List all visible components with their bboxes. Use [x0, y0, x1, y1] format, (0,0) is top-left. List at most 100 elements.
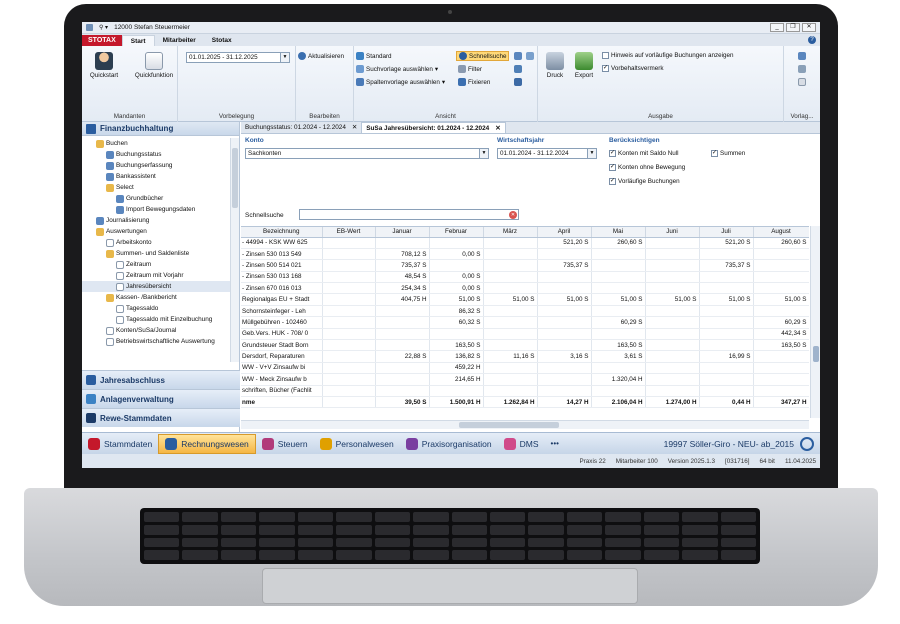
option-summen[interactable]: ✓ Summen — [711, 150, 745, 157]
column-header[interactable]: April — [537, 227, 592, 238]
close-icon[interactable]: ✕ — [495, 124, 500, 132]
tree-item[interactable]: Kassen- /Bankbericht — [82, 292, 230, 303]
tree-item[interactable]: Select — [82, 182, 230, 193]
tab-stotax[interactable]: Stotax — [204, 35, 240, 46]
spaltenvorlage-button[interactable]: Spaltenvorlage auswählen ▾ — [356, 78, 445, 86]
tab-mitarbeiter[interactable]: Mitarbeiter — [155, 35, 204, 46]
quickstart-button[interactable]: Quickstart — [86, 52, 122, 79]
tree-item[interactable]: Zeitraum mit Vorjahr — [82, 270, 230, 281]
schnellsuche-input[interactable]: ✕ — [299, 209, 519, 220]
column-header[interactable]: Januar — [375, 227, 430, 238]
nav-jahresabschluss[interactable]: Jahresabschluss — [82, 370, 240, 389]
grid-settings-icon[interactable] — [514, 65, 522, 73]
close-icon[interactable]: ✕ — [352, 123, 357, 132]
tree-item[interactable]: Tagessaldo — [82, 303, 230, 314]
aktualisieren-button[interactable]: Aktualisieren — [298, 52, 344, 60]
druck-button[interactable]: Druck — [542, 52, 568, 79]
column-header[interactable]: Juli — [699, 227, 754, 238]
tab-buchungsstatus[interactable]: Buchungsstatus: 01.2024 - 12.2024 ✕ — [241, 122, 361, 133]
module-rechnungswesen[interactable]: Rechnungswesen — [158, 433, 256, 454]
column-chooser-icon[interactable] — [526, 52, 534, 60]
quickfunktion-button[interactable]: Quickfunktion — [132, 52, 176, 79]
filter-button[interactable]: Filter — [458, 65, 482, 73]
table-row[interactable]: - Zinsen 530 013 168 48,54 S 0,00 S — [241, 271, 809, 284]
template-grid-icon[interactable] — [798, 52, 806, 60]
maximize-button[interactable]: ❐ — [786, 23, 800, 32]
option-ohne-bewegung[interactable]: ✓ Konten ohne Bewegung — [609, 164, 685, 171]
tree-item[interactable]: Grundbücher — [82, 193, 230, 204]
table-row[interactable]: Schornsteinfeger - Leh 86,32 S — [241, 305, 809, 318]
stotax-logo[interactable]: STOTAX — [82, 35, 122, 46]
table-row[interactable]: Dersdorf, Reparaturen 22,88 S 136,82 S 11,1… — [241, 350, 809, 363]
refresh-client-icon[interactable] — [800, 436, 814, 451]
nav-rewe-stammdaten[interactable]: Rewe-Stammdaten — [82, 408, 240, 427]
table-row[interactable]: Geb.Vers. HUK - 708/ 0 442,34 S — [241, 328, 809, 341]
table-row[interactable]: - 44994 - KSK WW 625 521,20 S 260,60 S 521,… — [241, 237, 809, 249]
template-doc-icon[interactable] — [798, 78, 806, 86]
table-row[interactable]: - Zinsen 670 016 013 254,34 S 0,00 S — [241, 282, 809, 295]
scrollbar-thumb[interactable] — [459, 422, 559, 428]
tab-start[interactable]: Start — [121, 35, 155, 46]
module-stammdaten[interactable]: Stammdaten — [82, 434, 158, 454]
grid-view-icon[interactable] — [514, 52, 522, 60]
tree-item[interactable]: Zeitraum — [82, 259, 230, 270]
grid-horizontal-scrollbar[interactable] — [241, 420, 809, 429]
table-row[interactable]: Grundsteuer Stadt Born 163,50 S 163,50 S 16… — [241, 339, 809, 352]
tree-item[interactable]: Arbeitskonto — [82, 237, 230, 248]
column-header[interactable]: August — [753, 227, 809, 238]
table-row[interactable]: schriften, Bücher (Fachlit — [241, 385, 809, 397]
sidebar-scrollbar[interactable] — [230, 138, 239, 362]
module-steuern[interactable]: Steuern — [256, 434, 314, 454]
standard-button[interactable]: Standard — [356, 52, 392, 60]
tree-item[interactable]: Summen- und Saldenliste — [82, 248, 230, 259]
tree-item[interactable]: Tagessaldo mit Einzelbuchung — [82, 314, 230, 325]
quick-access-pin-icon[interactable]: ⚲ ▾ — [99, 24, 108, 31]
tree-item[interactable]: Konten/SuSa/Journal — [82, 325, 230, 336]
tree-item[interactable]: Buchungserfassung — [82, 160, 230, 171]
vorbehalt-checkbox[interactable]: ✓ Vorbehaltsvermerk — [602, 65, 664, 72]
option-saldo-null[interactable]: ✓ Konten mit Saldo Null — [609, 150, 679, 157]
hinweis-checkbox[interactable]: Hinweis auf vorläufige Buchungen anzeige… — [602, 52, 734, 59]
tree-item[interactable]: Betriebswirtschaftliche Auswertung — [82, 336, 230, 347]
table-row[interactable]: Regionalgas EU + Stadt 404,75 H 51,00 S 51,… — [241, 293, 809, 306]
tab-susa-jahresuebersicht[interactable]: SuSa Jahresübersicht: 01.2024 - 12.2024 … — [361, 122, 506, 133]
export-button[interactable]: Export — [570, 52, 598, 79]
table-row[interactable]: - Zinsen 500 514 021 735,37 S 735,37 S 735,… — [241, 259, 809, 272]
more-modules-button[interactable]: ••• — [545, 439, 565, 448]
tree-item[interactable]: Buchungsstatus — [82, 149, 230, 160]
tree-item[interactable]: Import Bewegungsdaten — [82, 204, 230, 215]
tree-item[interactable]: Auswertungen — [82, 226, 230, 237]
wirtschaftsjahr-select[interactable]: 01.01.2024 - 31.12.2024 ▼ — [497, 148, 597, 159]
nav-anlagenverwaltung[interactable]: Anlagenverwaltung — [82, 389, 240, 408]
table-icon[interactable] — [514, 78, 522, 86]
table-row[interactable]: - Zinsen 530 013 549 708,12 S 0,00 S — [241, 248, 809, 261]
tree-item[interactable]: Buchen — [82, 138, 230, 149]
suchvorlage-button[interactable]: Suchvorlage auswählen ▾ — [356, 65, 438, 73]
help-icon[interactable]: ? — [808, 36, 816, 44]
konto-select[interactable]: Sachkonten ▼ — [245, 148, 489, 159]
period-select[interactable]: 01.01.2025 - 31.12.2025 ▼ — [186, 52, 290, 63]
tree-item[interactable]: Journalisierung — [82, 215, 230, 226]
module-praxisorganisation[interactable]: Praxisorganisation — [400, 434, 498, 454]
close-button[interactable]: ✕ — [802, 23, 816, 32]
clear-search-icon[interactable]: ✕ — [509, 211, 517, 219]
module-dms[interactable]: DMS — [498, 434, 545, 454]
table-row[interactable]: WW - V+V Zinsaufw bi 459,22 H — [241, 362, 809, 375]
sidebar-header[interactable]: Finanzbuchhaltung — [82, 122, 239, 136]
tree-item[interactable]: Bankassistent — [82, 171, 230, 182]
column-header[interactable]: EB-Wert — [322, 227, 376, 238]
scrollbar-thumb[interactable] — [813, 346, 819, 362]
column-header[interactable]: Mai — [591, 227, 646, 238]
total-row[interactable]: nme 39,50 S 1.500,91 H 1.262,84 H 14,27 H 2.1… — [241, 395, 809, 409]
minimize-button[interactable]: _ — [770, 23, 784, 32]
grid-vertical-scrollbar[interactable] — [810, 226, 820, 418]
column-header[interactable]: Juni — [645, 227, 700, 238]
module-personalwesen[interactable]: Personalwesen — [314, 434, 400, 454]
template-edit-icon[interactable] — [798, 65, 806, 73]
option-vorlaeufige[interactable]: ✓ Vorläufige Buchungen — [609, 178, 680, 185]
column-header[interactable]: Februar — [429, 227, 484, 238]
table-row[interactable]: WW - Meck Zinsaufw b 214,65 H 1.320,04 H — [241, 373, 809, 386]
tree-item[interactable]: Jahresübersicht — [82, 281, 230, 292]
schnellsuche-button[interactable]: Schnellsuche — [456, 51, 510, 61]
fixieren-button[interactable]: Fixieren — [458, 78, 490, 86]
